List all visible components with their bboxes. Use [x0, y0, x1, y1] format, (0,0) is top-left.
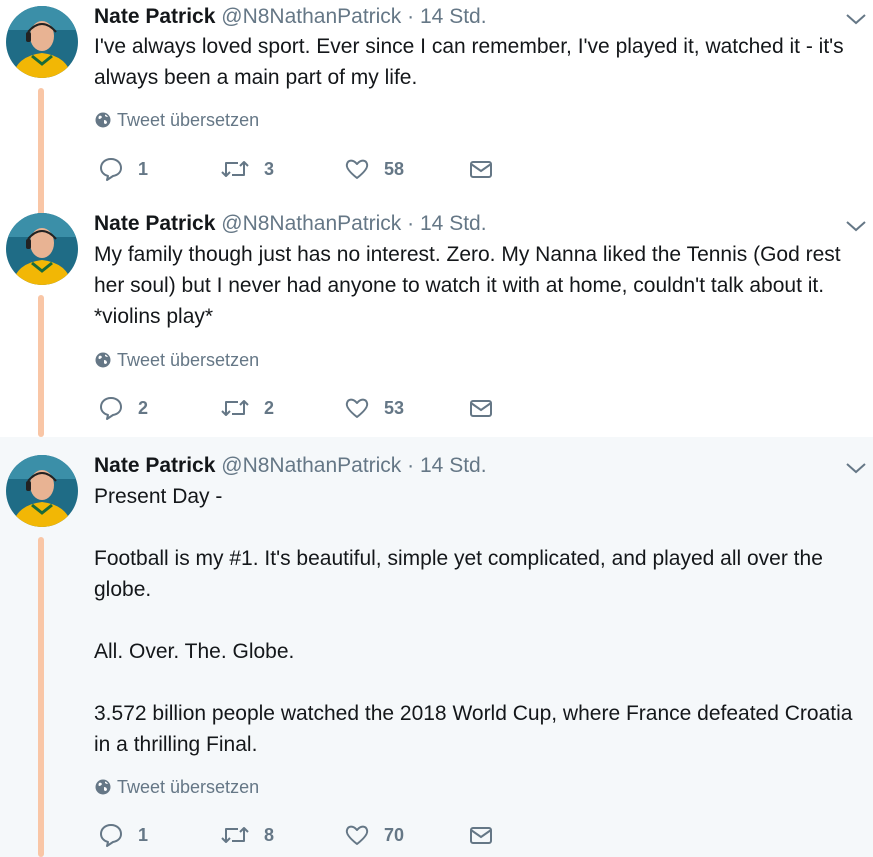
tweet-header: Nate Patrick @N8NathanPatrick · 14 Std. [94, 210, 487, 238]
retweet-count: 2 [264, 397, 275, 418]
like-count: 70 [384, 824, 405, 845]
reply-icon [100, 824, 122, 847]
author-handle[interactable]: @N8NathanPatrick [221, 212, 401, 235]
avatar[interactable] [6, 455, 78, 527]
heart-icon [345, 825, 369, 845]
reply-icon [100, 158, 122, 181]
tweet-paragraph: Football is my #1. It's beautiful, simpl… [94, 547, 823, 601]
reply-button[interactable]: 1 [98, 820, 148, 850]
tweet-text: I've always loved sport. Ever since I ca… [94, 31, 869, 93]
reply-count: 1 [138, 824, 149, 845]
like-button[interactable]: 53 [344, 393, 404, 423]
chevron-down-icon[interactable] [845, 219, 867, 233]
translate-tweet-link[interactable]: Tweet übersetzen [94, 349, 259, 371]
retweet-count: 8 [264, 824, 275, 845]
globe-icon [95, 779, 111, 795]
like-button[interactable]: 58 [344, 154, 404, 184]
retweet-count: 3 [264, 158, 275, 179]
separator-dot: · [407, 212, 415, 235]
direct-message-button[interactable] [468, 393, 494, 423]
like-count: 53 [384, 397, 405, 418]
translate-tweet-link[interactable]: Tweet übersetzen [94, 109, 259, 131]
direct-message-button[interactable] [468, 820, 494, 850]
tweet-paragraph: Present Day - [94, 485, 223, 508]
retweet-button[interactable]: 3 [220, 154, 274, 184]
tweet-actions: 2 2 53 [98, 393, 518, 423]
tweet-paragraph: 3.572 billion people watched the 2018 Wo… [94, 702, 853, 756]
heart-icon [345, 159, 369, 179]
retweet-icon [221, 400, 249, 416]
reply-button[interactable]: 2 [98, 393, 148, 423]
reply-count: 2 [138, 397, 149, 418]
avatar[interactable] [6, 213, 78, 285]
tweet[interactable]: Nate Patrick @N8NathanPatrick · 14 Std. … [0, 0, 873, 223]
translate-label: Tweet übersetzen [117, 350, 260, 370]
tweet-timestamp[interactable]: 14 Std. [420, 454, 487, 477]
retweet-icon [221, 827, 249, 843]
tweet-text: My family though just has no interest. Z… [94, 239, 869, 332]
tweet-header: Nate Patrick @N8NathanPatrick · 14 Std. [94, 452, 487, 480]
tweet-timestamp[interactable]: 14 Std. [420, 212, 487, 235]
tweet-header: Nate Patrick @N8NathanPatrick · 14 Std. [94, 3, 487, 31]
tweet-text: Present Day - Football is my #1. It's be… [94, 481, 869, 760]
reply-button[interactable]: 1 [98, 154, 148, 184]
globe-icon [95, 352, 111, 368]
reply-icon [100, 397, 122, 420]
avatar[interactable] [6, 6, 78, 78]
chevron-down-icon[interactable] [845, 12, 867, 26]
tweet-actions: 1 8 70 [98, 820, 518, 850]
translate-label: Tweet übersetzen [117, 777, 260, 797]
author-handle[interactable]: @N8NathanPatrick [221, 454, 401, 477]
thread-connector-line [38, 537, 44, 857]
retweet-button[interactable]: 8 [220, 820, 274, 850]
tweet-paragraph: I've always loved sport. Ever since I ca… [94, 35, 844, 89]
translate-label: Tweet übersetzen [117, 110, 260, 130]
chevron-down-icon[interactable] [845, 461, 867, 475]
direct-message-button[interactable] [468, 154, 494, 184]
tweet-paragraph: My family though just has no interest. Z… [94, 243, 841, 328]
separator-dot: · [407, 5, 415, 28]
translate-tweet-link[interactable]: Tweet übersetzen [94, 776, 259, 798]
retweet-button[interactable]: 2 [220, 393, 274, 423]
envelope-icon [470, 827, 492, 844]
tweet-thread: Nate Patrick @N8NathanPatrick · 14 Std. … [0, 0, 873, 857]
author-name[interactable]: Nate Patrick [94, 212, 215, 235]
thread-connector-line [38, 295, 44, 437]
tweet[interactable]: Nate Patrick @N8NathanPatrick · 14 Std. … [0, 197, 873, 437]
tweet-timestamp[interactable]: 14 Std. [420, 5, 487, 28]
heart-icon [345, 398, 369, 418]
reply-count: 1 [138, 158, 149, 179]
separator-dot: · [407, 454, 415, 477]
envelope-icon [470, 161, 492, 178]
like-button[interactable]: 70 [344, 820, 404, 850]
tweet-paragraph: All. Over. The. Globe. [94, 640, 295, 663]
author-name[interactable]: Nate Patrick [94, 454, 215, 477]
author-name[interactable]: Nate Patrick [94, 5, 215, 28]
envelope-icon [470, 400, 492, 417]
tweet-focused[interactable]: Nate Patrick @N8NathanPatrick · 14 Std. … [0, 437, 873, 857]
retweet-icon [221, 161, 249, 177]
author-handle[interactable]: @N8NathanPatrick [221, 5, 401, 28]
globe-icon [95, 112, 111, 128]
like-count: 58 [384, 158, 405, 179]
tweet-actions: 1 3 58 [98, 154, 518, 184]
